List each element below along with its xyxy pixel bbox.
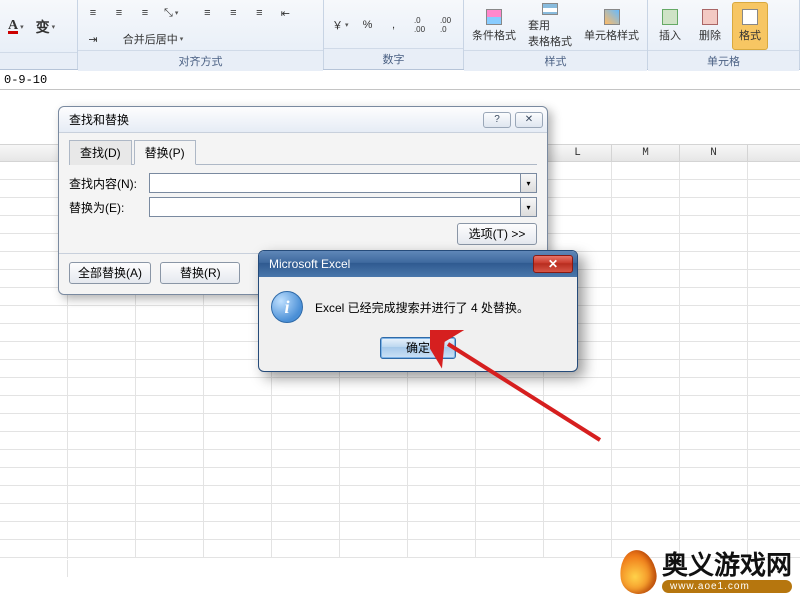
column-header[interactable] bbox=[748, 144, 800, 162]
orientation-button[interactable]: ⤡▾ bbox=[160, 2, 182, 24]
indent-inc-button[interactable]: ⇥ bbox=[82, 28, 104, 50]
grid-row[interactable] bbox=[0, 396, 800, 414]
format-as-table-button[interactable]: 套用 表格格式 bbox=[524, 2, 576, 50]
column-header[interactable]: L bbox=[544, 144, 612, 162]
find-what-label: 查找内容(N): bbox=[69, 175, 149, 192]
msgbox-titlebar[interactable]: Microsoft Excel ✕ bbox=[259, 251, 577, 277]
decrease-decimal-button[interactable]: .00.0 bbox=[435, 14, 457, 36]
msgbox-text: Excel 已经完成搜索并进行了 4 处替换。 bbox=[315, 299, 529, 316]
watermark: 奥义游戏网 www.aoe1.com bbox=[620, 550, 792, 594]
column-header[interactable]: M bbox=[612, 144, 680, 162]
msgbox-close-button[interactable]: ✕ bbox=[533, 255, 573, 273]
group-caption-cells: 单元格 bbox=[648, 50, 799, 71]
replace-with-input[interactable] bbox=[149, 197, 521, 217]
delete-cells-button[interactable]: 删除 bbox=[692, 2, 728, 50]
ribbon: A▾ 变▾ ≡ ≡ ≡ ⤡▾ ≡ ≡ ≡ ⇤ ⇥ 合并后居中▾ 对齐方式 ￥▾ … bbox=[0, 0, 800, 70]
grid-row[interactable] bbox=[0, 468, 800, 486]
info-icon: i bbox=[271, 291, 303, 323]
phonetic-guide-button[interactable]: 变▾ bbox=[32, 16, 60, 38]
comma-button[interactable]: , bbox=[383, 14, 405, 36]
close-button[interactable]: ✕ bbox=[515, 112, 543, 128]
dialog-titlebar[interactable]: 查找和替换 ? ✕ bbox=[59, 107, 547, 133]
group-caption-align: 对齐方式 bbox=[78, 50, 323, 71]
grid-row[interactable] bbox=[0, 486, 800, 504]
increase-decimal-button[interactable]: .0.00 bbox=[409, 14, 431, 36]
conditional-format-button[interactable]: 条件格式 bbox=[468, 2, 520, 50]
help-button[interactable]: ? bbox=[483, 112, 511, 128]
tab-replace[interactable]: 替换(P) bbox=[134, 140, 196, 165]
group-caption-number: 数字 bbox=[324, 48, 463, 69]
find-what-input[interactable] bbox=[149, 173, 521, 193]
insert-cells-button[interactable]: 插入 bbox=[652, 2, 688, 50]
grid-row[interactable] bbox=[0, 504, 800, 522]
cell-styles-button[interactable]: 单元格样式 bbox=[580, 2, 643, 50]
align-top-button[interactable]: ≡ bbox=[82, 2, 104, 24]
align-bottom-button[interactable]: ≡ bbox=[134, 2, 156, 24]
grid-row[interactable] bbox=[0, 432, 800, 450]
grid-row[interactable] bbox=[0, 378, 800, 396]
font-color-button[interactable]: A▾ bbox=[4, 16, 28, 38]
grid-row[interactable] bbox=[0, 522, 800, 540]
replace-all-button[interactable]: 全部替换(A) bbox=[69, 262, 151, 284]
group-caption-styles: 样式 bbox=[464, 50, 647, 71]
grid-row[interactable] bbox=[0, 450, 800, 468]
ok-button[interactable]: 确定 bbox=[380, 337, 456, 359]
watermark-url: www.aoe1.com bbox=[662, 580, 792, 593]
align-middle-button[interactable]: ≡ bbox=[108, 2, 130, 24]
group-caption-font bbox=[0, 52, 77, 69]
dialog-title: 查找和替换 bbox=[69, 111, 129, 128]
indent-dec-button[interactable]: ⇤ bbox=[274, 2, 296, 24]
replace-button[interactable]: 替换(R) bbox=[160, 262, 240, 284]
accounting-format-button[interactable]: ￥▾ bbox=[328, 14, 353, 36]
align-left-button[interactable]: ≡ bbox=[196, 2, 218, 24]
find-history-dropdown[interactable]: ▾ bbox=[521, 173, 537, 193]
align-right-button[interactable]: ≡ bbox=[248, 2, 270, 24]
align-center-button[interactable]: ≡ bbox=[222, 2, 244, 24]
tab-find[interactable]: 查找(D) bbox=[69, 140, 132, 165]
column-header[interactable]: N bbox=[680, 144, 748, 162]
options-button[interactable]: 选项(T) >> bbox=[457, 223, 537, 245]
msgbox-title: Microsoft Excel bbox=[269, 257, 350, 271]
message-box: Microsoft Excel ✕ i Excel 已经完成搜索并进行了 4 处… bbox=[258, 250, 578, 372]
watermark-name: 奥义游戏网 bbox=[662, 552, 792, 578]
grid-row[interactable] bbox=[0, 414, 800, 432]
percent-button[interactable]: % bbox=[357, 14, 379, 36]
merge-center-button[interactable]: 合并后居中▾ bbox=[108, 28, 198, 50]
replace-with-label: 替换为(E): bbox=[69, 199, 149, 216]
flame-icon bbox=[617, 548, 659, 597]
format-cells-button[interactable]: 格式 bbox=[732, 2, 768, 50]
formula-bar[interactable]: 0-9-10 bbox=[0, 70, 800, 90]
replace-history-dropdown[interactable]: ▾ bbox=[521, 197, 537, 217]
